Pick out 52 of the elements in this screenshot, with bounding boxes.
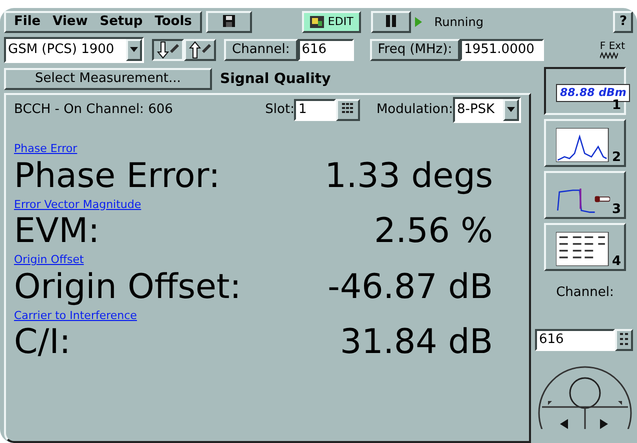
measurement-label: Origin Offset: [14,268,242,304]
spectrum-graph-icon [556,128,610,162]
channel-info: BCCH - On Channel: 606 [14,101,173,120]
measurement-link[interactable]: Phase Error [14,141,78,158]
measurement-title: Signal Quality [220,70,331,88]
edit-icon [310,16,324,28]
freq-field[interactable]: 1951.0000 [460,39,544,61]
band-dropdown[interactable]: GSM (PCS) 1900 [4,37,144,63]
wave-icon [600,52,618,58]
measurement-link[interactable]: Origin Offset [14,252,84,268]
side-channel-field[interactable]: 616 [535,328,615,350]
ext-label: F Ext [600,42,625,52]
measurement-value: 2.56 % [374,213,493,249]
slot-label: Slot: [265,101,294,120]
view-button[interactable]: 3 [544,171,626,219]
menu-item[interactable]: File [8,12,47,30]
measurement-value: -46.87 dB [328,268,493,304]
caret-icon [130,46,138,52]
measurement-label: EVM: [14,213,100,249]
measurement-value: 1.33 degs [324,158,493,194]
downlink-button[interactable] [152,38,184,62]
table-icon [556,232,610,266]
menu-item[interactable]: Tools [148,12,198,30]
view-button[interactable]: 2 [544,119,626,167]
keypad-button[interactable] [336,99,360,121]
caret-icon [507,106,515,112]
measurement-label: C/I: [14,324,71,360]
modulation-dropdown[interactable]: 8-PSK [453,97,521,123]
save-button[interactable] [206,10,252,32]
modulation-label: Modulation: [376,101,453,120]
freq-button[interactable]: Freq (MHz): [370,39,460,61]
view-button[interactable]: 4 [544,223,626,271]
measurement-link[interactable]: Error Vector Magnitude [14,196,142,213]
slot-field[interactable]: 1 [294,99,336,121]
status-text: Running [434,14,484,30]
edit-button[interactable]: EDIT [302,10,362,32]
play-icon [415,16,422,26]
menu-item[interactable]: View [46,12,94,30]
uplink-button[interactable] [184,38,216,62]
measurement-label: Phase Error: [14,158,220,194]
menu-item[interactable]: Setup [94,12,149,30]
pause-button[interactable] [371,10,412,32]
pause-icon [386,14,396,27]
side-channel-label: Channel: [556,284,614,302]
keypad-icon [619,332,629,346]
keypad-button[interactable] [615,328,633,350]
measurement-link[interactable]: Carrier to Interference [14,308,137,324]
select-measurement-button[interactable]: Select Measurement... [4,68,212,90]
help-button[interactable]: ? [613,10,633,32]
channel-button[interactable]: Channel: [224,39,298,61]
measurement-value: 31.84 dB [340,324,493,360]
channel-field[interactable]: 616 [298,39,354,61]
